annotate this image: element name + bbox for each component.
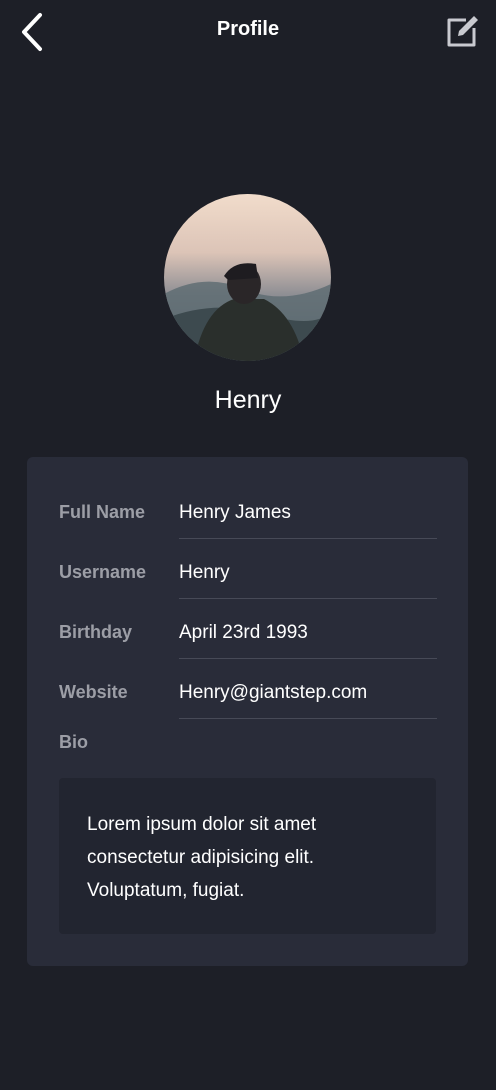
field-row-full-name: Full Name Henry James <box>59 467 437 539</box>
website-field[interactable]: Henry@giantstep.com <box>179 671 437 719</box>
profile-screen: Profile Henry Full Name Henry James User… <box>0 0 496 1090</box>
field-label: Website <box>59 682 128 702</box>
field-label: Birthday <box>59 622 133 642</box>
profile-details-card: Full Name Henry James Username Henry Bir… <box>27 457 468 966</box>
field-label: Username <box>59 562 147 582</box>
field-label: Full Name <box>59 502 146 522</box>
edit-button[interactable] <box>444 14 480 50</box>
field-row-website: Website Henry@giantstep.com <box>59 647 437 719</box>
bio-textarea[interactable]: Lorem ipsum dolor sit amet consectetur a… <box>59 778 436 934</box>
field-row-birthday: Birthday April 23rd 1993 <box>59 587 437 659</box>
page-title: Profile <box>216 18 280 40</box>
profile-display-name: Henry <box>214 386 282 414</box>
field-row-username: Username Henry <box>59 527 437 599</box>
bio-label: Bio <box>59 732 88 752</box>
edit-icon <box>447 16 478 47</box>
avatar <box>164 194 331 361</box>
